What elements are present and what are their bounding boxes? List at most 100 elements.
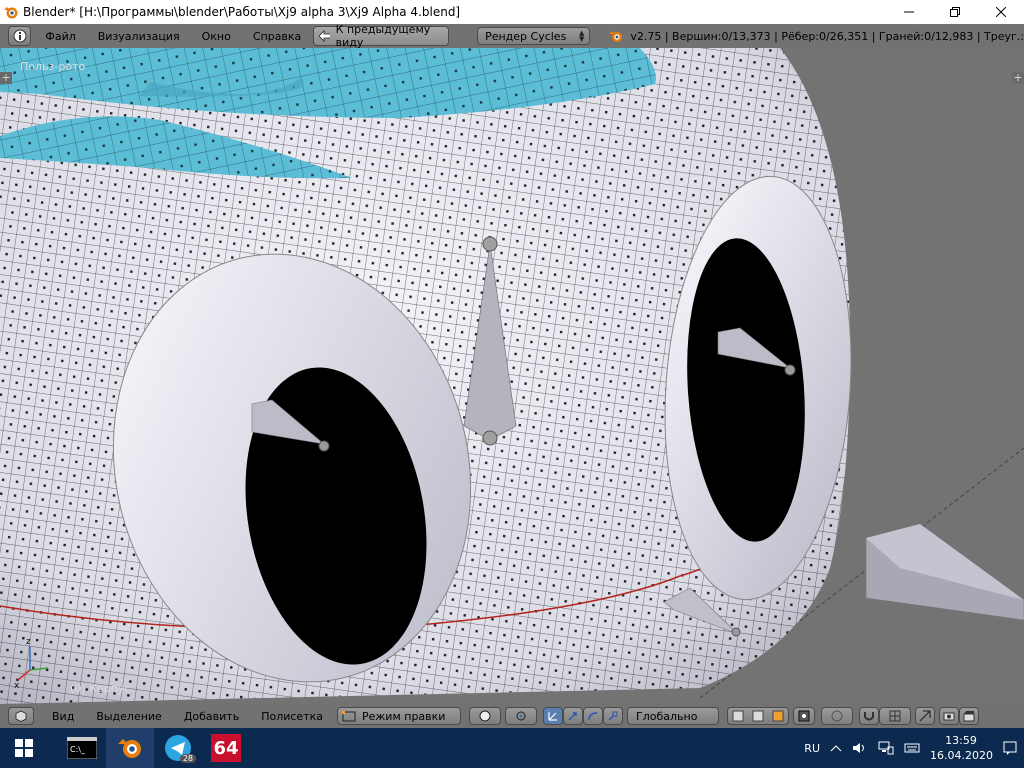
rotate-icon [588,712,598,721]
back-to-previous-label: К предыдущему виду [335,23,431,49]
arrow-icon [568,712,577,721]
viewport-shading-select[interactable] [469,707,501,725]
back-arrow-icon [318,30,330,42]
minimize-button[interactable] [886,0,932,24]
windows-taskbar: C:\_ 28 64 RU 13:59 16.04.2020 [0,728,1024,768]
interaction-mode-label: Режим правки [362,709,446,723]
rotate-toggle[interactable] [583,707,603,725]
system-tray: RU 13:59 16.04.2020 [804,733,1024,763]
occlude-icon [798,710,810,722]
view-name-label: Польз-рото [20,60,86,73]
menu-mesh[interactable]: Полисетка [253,710,331,723]
info-icon [13,29,27,43]
start-button[interactable] [0,728,48,768]
opengl-render-button[interactable] [939,707,959,725]
back-to-previous-button[interactable]: К предыдущему виду [313,23,450,49]
menu-help[interactable]: Справка [245,30,309,43]
minimize-icon [904,11,914,13]
scene-stats: v2.75 | Вершин:0/13,373 | Рёбер:0/26,351… [608,29,1024,43]
blender-logo-icon [4,7,18,19]
toolshelf-toggle-button[interactable]: + [0,72,12,84]
window-title: Blender* [H:\Программы\blender\Работы\Xj… [23,5,461,19]
snap-element-select[interactable] [879,707,911,725]
taskbar-app-blender[interactable] [106,728,154,768]
3d-viewport[interactable]: z x Польз-рото (0) Корпус + + [0,48,1024,704]
face-select-icon [772,710,784,722]
keyboard-icon[interactable] [904,741,920,755]
render-engine-label: Рендер Cycles [485,29,567,43]
right-eye-joint [784,364,796,376]
nose-bone-head [482,236,498,252]
cube-icon [15,710,27,722]
svg-text:C:\_: C:\_ [70,745,86,754]
scale-toggle[interactable] [603,707,623,725]
close-button[interactable] [978,0,1024,24]
menu-add[interactable]: Добавить [176,710,247,723]
snap-toggle[interactable] [859,707,879,725]
mesh-scene[interactable]: z x [0,48,1024,704]
proportional-edit-select[interactable] [821,707,853,725]
menu-view[interactable]: Вид [44,710,82,723]
info-header: Файл Визуализация Окно Справка К предыду… [0,23,1024,49]
proportional-edit-icon [831,710,843,722]
layer-buttons[interactable] [727,707,789,725]
camera-icon [943,712,955,721]
console-icon: C:\_ [67,737,97,759]
sphere-shading-icon [479,710,491,722]
jaw-bone-joint [731,627,741,637]
vertex-select-icon [732,710,744,722]
windows-logo-icon [15,739,33,757]
clock[interactable]: 13:59 16.04.2020 [930,733,993,763]
edge-select-icon [752,710,764,722]
taskbar-app-telegram[interactable]: 28 [154,728,202,768]
properties-toggle-button[interactable]: + [1012,72,1024,84]
snap-target-icon [919,710,931,722]
editor-type-button[interactable] [8,26,32,46]
menu-file[interactable]: Файл [37,30,83,43]
blender-logo-icon [609,31,623,42]
left-eye-joint [318,440,330,452]
telegram-badge: 28 [179,754,196,763]
taskbar-app-console[interactable]: C:\_ [58,728,106,768]
aida64-icon: 64 [211,734,241,762]
3d-view-header: Вид Выделение Добавить Полисетка Режим п… [0,704,1024,728]
notifications-icon[interactable] [1002,740,1018,756]
restore-icon [950,7,960,17]
restore-button[interactable] [932,0,978,24]
taskbar-app-aida64[interactable]: 64 [202,728,250,768]
manipulator-icon [548,712,557,721]
chevron-up-icon[interactable] [830,743,842,753]
opengl-animation-button[interactable] [959,707,979,725]
pivot-icon [516,711,526,721]
aida64-label: 64 [213,737,239,759]
clapperboard-icon [963,711,975,722]
network-icon[interactable] [878,741,894,755]
menu-window[interactable]: Окно [194,30,239,43]
magnet-icon [864,712,874,721]
manipulator-toggle[interactable] [543,707,563,725]
nose-bone-tail [482,430,498,446]
snap-target-button[interactable] [915,707,935,725]
svg-text:z: z [26,637,31,647]
active-object-label: (0) Корпус [70,682,131,695]
clock-time: 13:59 [945,734,977,747]
svg-text:x: x [14,681,20,691]
limit-selection-toggle[interactable] [793,707,815,725]
clock-date: 16.04.2020 [930,749,993,762]
scale-icon [608,711,618,721]
edit-mode-icon [342,711,356,722]
translate-toggle[interactable] [563,707,583,725]
pivot-point-select[interactable] [505,707,537,725]
menu-render[interactable]: Визуализация [90,30,188,43]
transform-orientation-label: Глобально [636,709,698,723]
window-titlebar: Blender* [H:\Программы\blender\Работы\Xj… [0,0,1024,24]
blender-logo-icon [118,739,141,758]
interaction-mode-select[interactable]: Режим правки [337,707,461,725]
menu-select[interactable]: Выделение [88,710,170,723]
transform-orientation-select[interactable]: Глобально [627,707,719,725]
volume-icon[interactable] [852,741,868,755]
editor-type-button[interactable] [8,707,34,725]
input-language[interactable]: RU [804,742,820,755]
render-engine-select[interactable]: Рендер Cycles ▲ ▼ [477,27,591,45]
snap-increment-icon [889,710,901,722]
